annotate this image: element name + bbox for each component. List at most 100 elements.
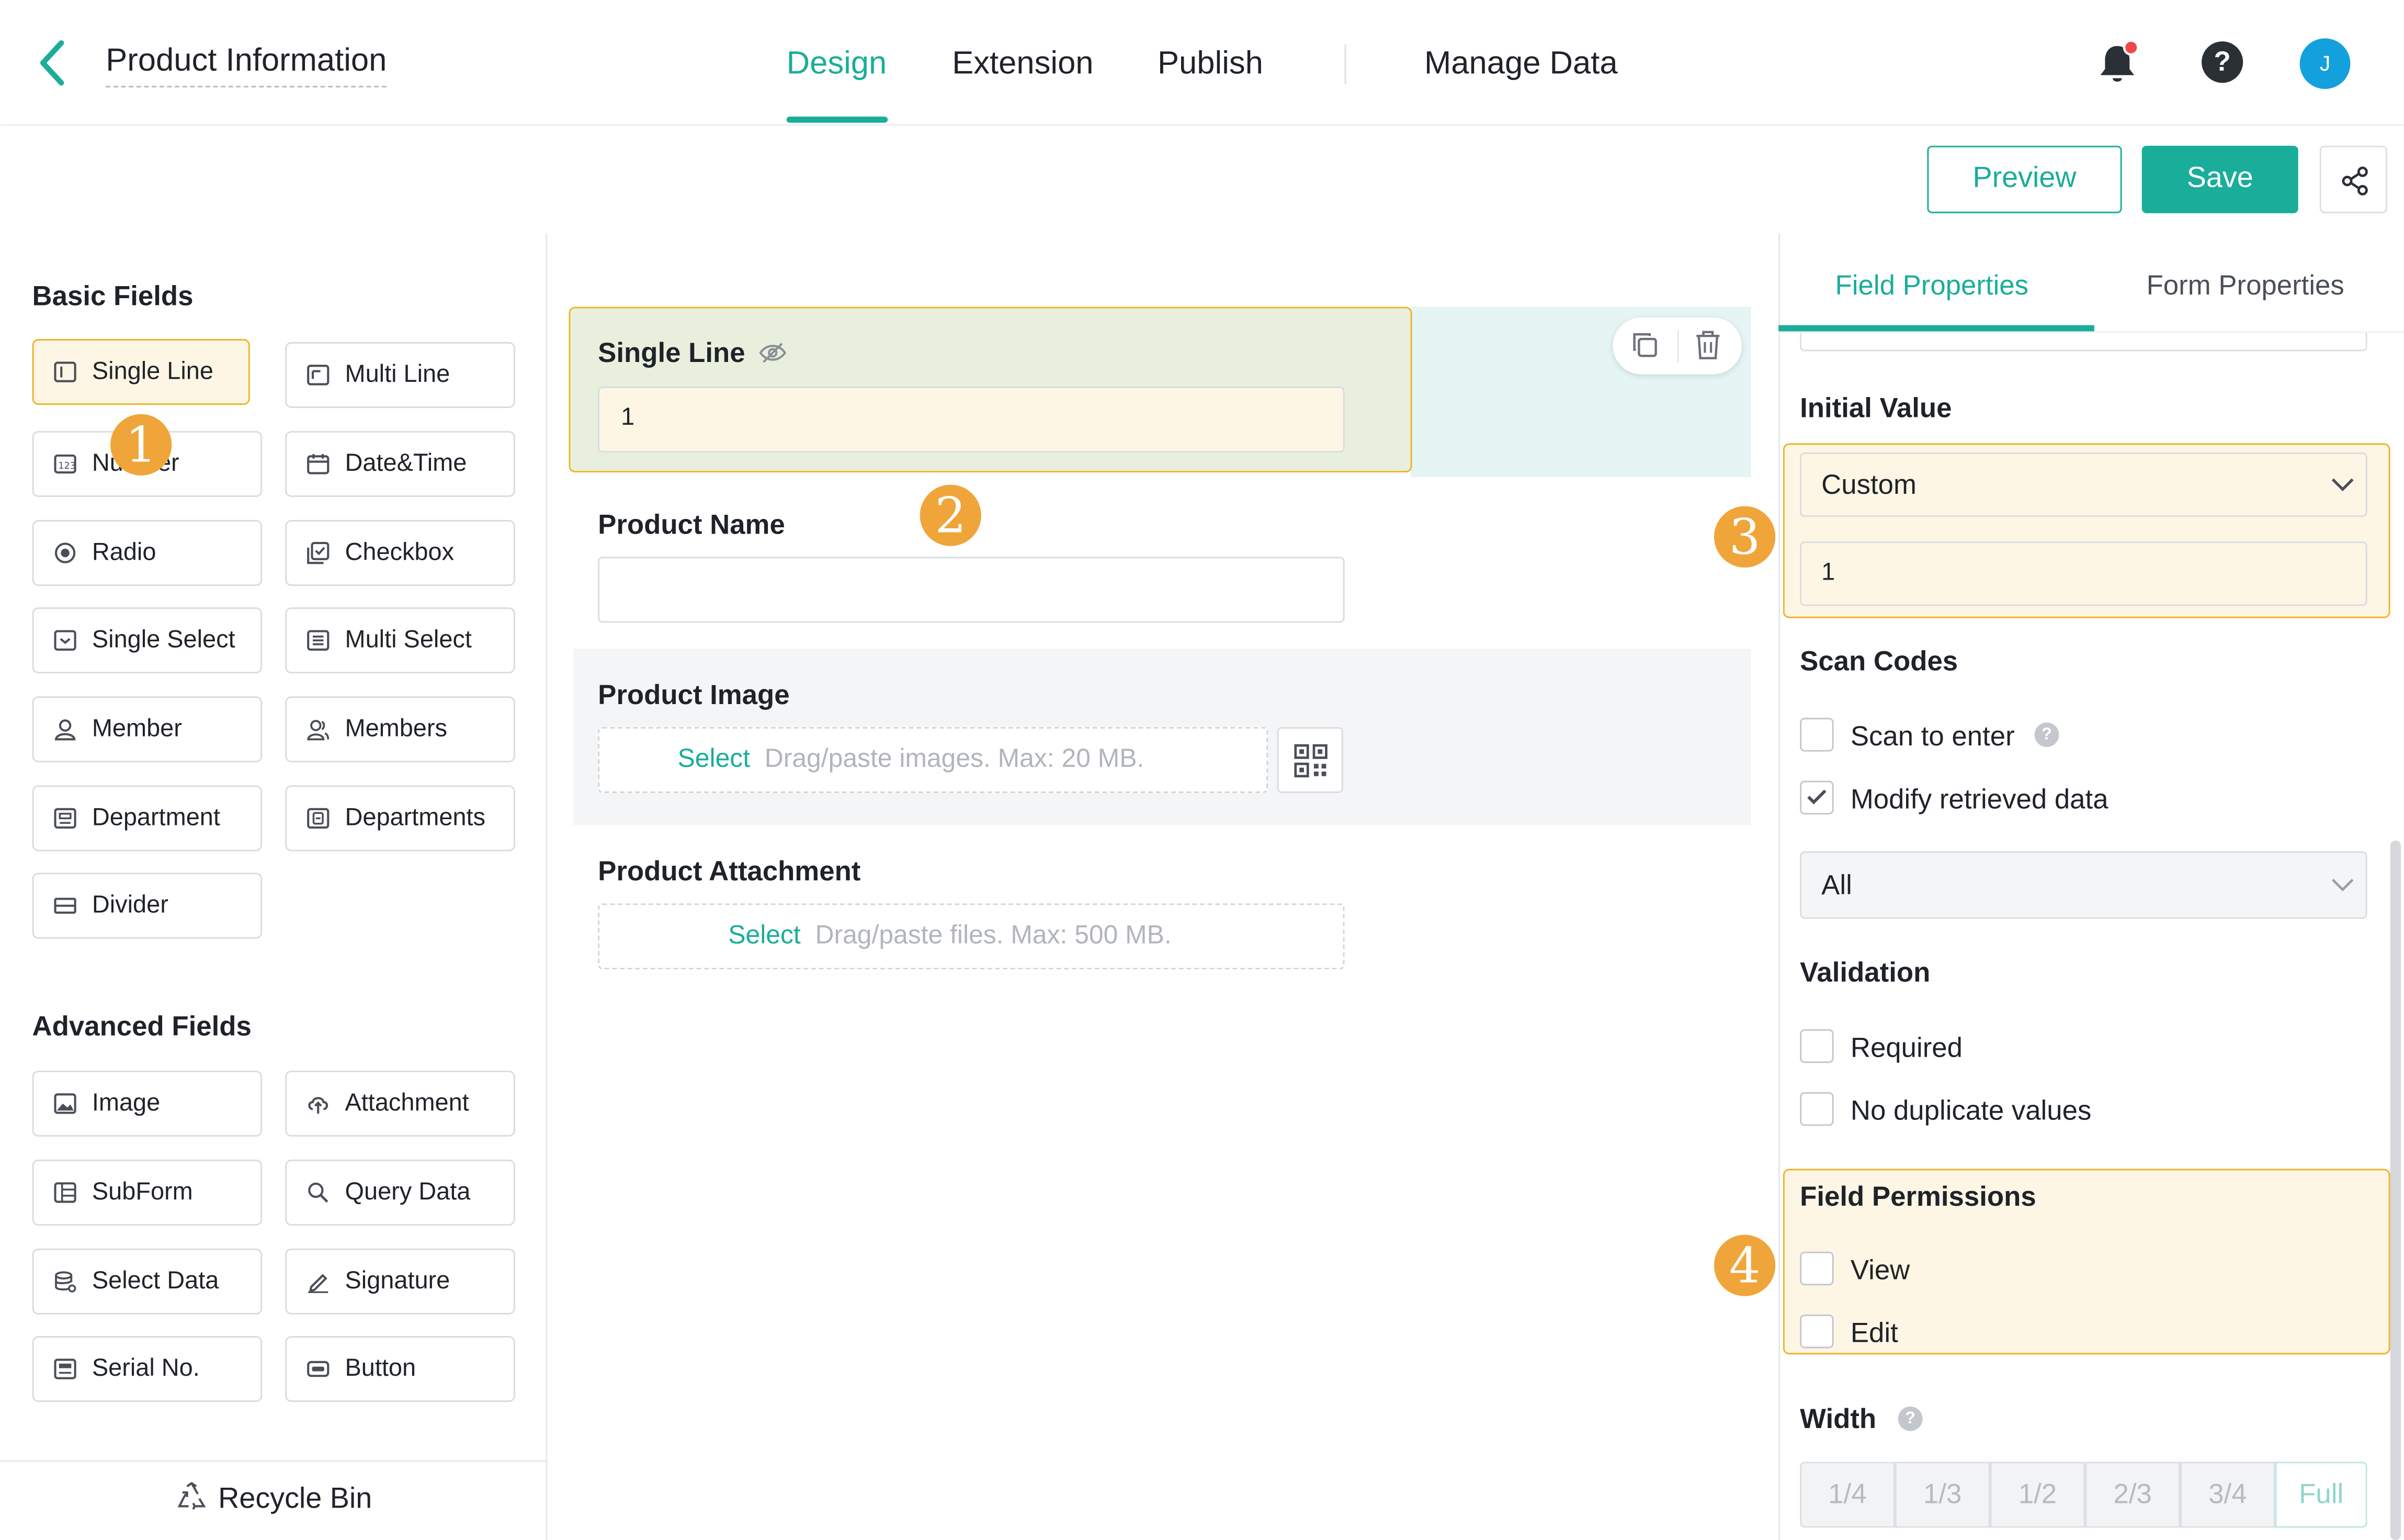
query-icon [308, 1182, 328, 1203]
modify-retrieved-label: Modify retrieved data [1850, 784, 2108, 815]
single-line-input[interactable]: 1 [598, 386, 1345, 453]
no-duplicates-checkbox[interactable] [1800, 1092, 1834, 1126]
field-attachment[interactable]: Attachment [285, 1070, 515, 1137]
edit-permission-label: Edit [1850, 1317, 1898, 1349]
save-button[interactable]: Save [2141, 145, 2298, 213]
width-option-half[interactable]: 1/2 [1990, 1462, 2085, 1528]
field-image[interactable]: Image [32, 1070, 263, 1137]
tab-manage-data[interactable]: Manage Data [1424, 43, 1618, 86]
product-image-label: Product Image [598, 679, 790, 710]
field-select-data[interactable]: Select Data [32, 1248, 263, 1315]
product-name-input[interactable] [598, 557, 1345, 623]
width-option-full[interactable]: Full [2275, 1462, 2367, 1528]
page-title[interactable]: Product Information [106, 41, 387, 88]
field-multi-select[interactable]: Multi Select [285, 607, 515, 674]
field-multi-line[interactable]: Multi Line [285, 342, 515, 408]
action-divider [1677, 330, 1679, 363]
edit-permission-checkbox[interactable] [1800, 1314, 1834, 1349]
notification-bell-icon[interactable] [2097, 40, 2140, 86]
single-line-icon [54, 361, 76, 382]
avatar[interactable]: J [2299, 38, 2351, 89]
divider-icon [54, 898, 76, 914]
field-signature[interactable]: Signature [285, 1248, 515, 1315]
help-icon[interactable]: ? [2202, 41, 2243, 83]
tab-extension[interactable]: Extension [952, 43, 1093, 86]
qr-code-icon [1294, 744, 1328, 778]
members-icon [307, 720, 330, 741]
attachment-upload-dropzone[interactable]: Select Drag/paste files. Max: 500 MB. [598, 903, 1345, 970]
image-upload-dropzone[interactable]: Select Drag/paste images. Max: 20 MB. [598, 727, 1268, 793]
width-option-two-thirds[interactable]: 2/3 [2085, 1462, 2181, 1528]
field-single-line[interactable]: Single Line [32, 339, 250, 405]
select-data-icon [55, 1271, 76, 1293]
attachment-select-link[interactable]: Select [728, 920, 800, 949]
share-icon [2342, 166, 2368, 196]
image-select-link[interactable]: Select [678, 744, 750, 773]
field-member[interactable]: Member [32, 696, 263, 763]
delete-trash-icon[interactable] [1694, 330, 1722, 360]
initial-value-mode-select[interactable]: Custom [1800, 452, 2367, 517]
field-department[interactable]: Department [32, 785, 263, 852]
multi-select-icon [307, 630, 330, 651]
field-query-data[interactable]: Query Data [285, 1159, 515, 1226]
field-subform[interactable]: SubForm [32, 1159, 263, 1226]
no-duplicates-label: No duplicate values [1850, 1095, 2092, 1126]
initial-value-mode: Custom [1821, 469, 1917, 500]
tab-publish[interactable]: Publish [1158, 43, 1263, 86]
initial-value-title: Initial Value [1800, 392, 1952, 424]
width-title: Width [1800, 1403, 1877, 1434]
field-departments[interactable]: Departments [285, 785, 515, 852]
annotation-badge-4: 4 [1714, 1235, 1776, 1296]
annotation-badge-1: 1 [110, 414, 172, 476]
recycle-bin-button[interactable]: Recycle Bin [0, 1482, 547, 1517]
field-serial-no[interactable]: Serial No. [32, 1336, 263, 1402]
number-icon: 123 [54, 454, 76, 474]
field-label: Multi Line [345, 362, 450, 388]
field-label: Button [345, 1356, 416, 1382]
width-option-three-quarters[interactable]: 3/4 [2180, 1462, 2275, 1528]
scan-scope-select[interactable]: All [1800, 851, 2367, 919]
scan-qr-button[interactable] [1277, 727, 1343, 793]
share-button[interactable] [2319, 145, 2387, 213]
image-upload-hint: Drag/paste images. Max: 20 MB. [764, 744, 1144, 773]
hidden-eye-icon [759, 343, 787, 363]
modify-retrieved-checkbox[interactable] [1800, 780, 1834, 815]
scan-help-icon[interactable]: ? [2034, 722, 2059, 748]
checkmark-icon [1807, 789, 1827, 805]
field-label: Single Line [92, 359, 213, 385]
field-label: Select Data [92, 1268, 219, 1295]
field-label: Departments [345, 805, 485, 832]
width-option-quarter[interactable]: 1/4 [1800, 1462, 1895, 1528]
tab-form-properties[interactable]: Form Properties [2147, 267, 2344, 303]
field-single-select[interactable]: Single Select [32, 607, 263, 674]
field-checkbox[interactable]: Checkbox [285, 520, 515, 586]
field-members[interactable]: Members [285, 696, 515, 763]
svg-text:123: 123 [58, 461, 76, 471]
product-attachment-label: Product Attachment [598, 856, 861, 887]
properties-scrollbar[interactable] [2390, 840, 2401, 1540]
required-label: Required [1850, 1032, 1963, 1063]
field-date-time[interactable]: Date&Time [285, 431, 515, 497]
view-permission-checkbox[interactable] [1800, 1251, 1834, 1286]
required-checkbox[interactable] [1800, 1029, 1834, 1063]
field-button[interactable]: Button [285, 1336, 515, 1402]
tab-field-properties[interactable]: Field Properties [1835, 267, 2029, 303]
field-permissions-title: Field Permissions [1800, 1181, 2036, 1212]
copy-icon[interactable] [1631, 331, 1659, 359]
back-arrow-icon[interactable] [33, 37, 73, 89]
field-actions [1613, 317, 1742, 375]
recycle-icon [178, 1482, 207, 1510]
field-radio[interactable]: Radio [32, 520, 263, 586]
scan-to-enter-checkbox[interactable] [1800, 718, 1834, 752]
width-help-icon[interactable]: ? [1898, 1406, 1923, 1431]
field-label: Image [92, 1090, 161, 1117]
advanced-fields-title: Advanced Fields [32, 1011, 252, 1042]
view-permission-label: View [1850, 1254, 1910, 1286]
width-option-third[interactable]: 1/3 [1895, 1462, 1990, 1528]
initial-value-input[interactable]: 1 [1800, 541, 2367, 606]
tab-design[interactable]: Design [787, 43, 887, 86]
radio-icon [54, 542, 76, 563]
active-tab-indicator [786, 116, 888, 123]
preview-button[interactable]: Preview [1927, 145, 2122, 213]
field-divider[interactable]: Divider [32, 873, 263, 939]
